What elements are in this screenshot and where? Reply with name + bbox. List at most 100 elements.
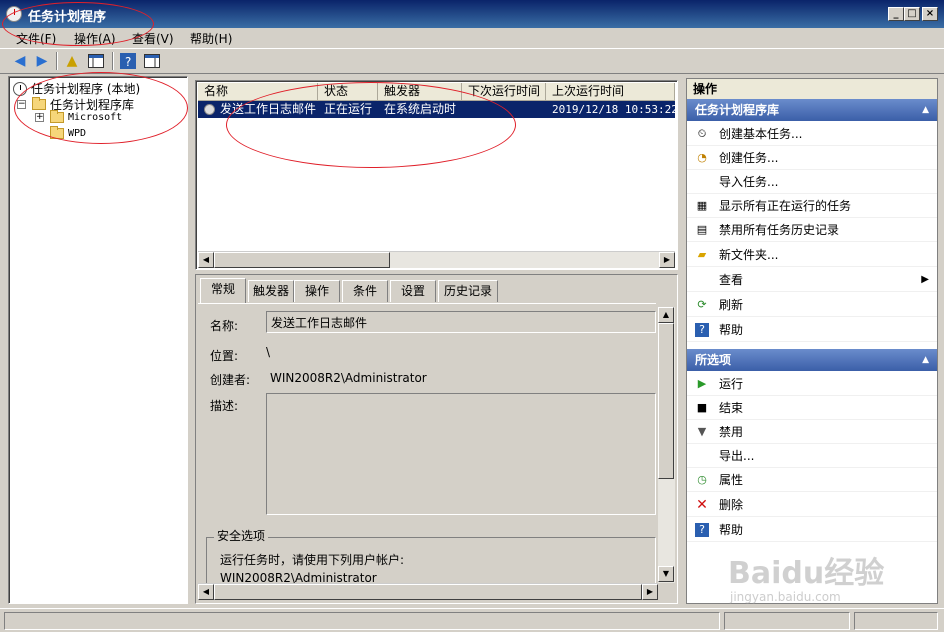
action-properties[interactable]: ◷ 属性: [687, 468, 937, 492]
expand-icon[interactable]: +: [35, 113, 44, 122]
action-export[interactable]: 导出...: [687, 444, 937, 468]
collapse-caret-icon[interactable]: ▲: [922, 99, 929, 121]
action-disable-history[interactable]: ▤ 禁用所有任务历史记录: [687, 218, 937, 242]
security-options-title: 安全选项: [214, 527, 269, 544]
column-header-status[interactable]: 状态: [318, 83, 378, 101]
task-clock-icon: [204, 104, 215, 115]
column-header-next-run[interactable]: 下次运行时间: [462, 83, 546, 101]
scroll-right-icon[interactable]: ▶: [659, 252, 675, 268]
folder-icon: [50, 126, 64, 139]
history-icon: ▤: [696, 223, 708, 236]
location-label: 位置:: [210, 349, 239, 363]
delete-icon: ✕: [696, 497, 708, 513]
svg-text:?: ?: [125, 55, 131, 69]
task-trigger: 在系统启动时: [384, 102, 457, 116]
properties-icon: ◷: [697, 473, 707, 486]
up-folder-icon[interactable]: ▲: [62, 52, 82, 70]
action-delete[interactable]: ✕ 删除: [687, 493, 937, 517]
tree-item-wpd[interactable]: WPD: [50, 126, 86, 139]
title-bar: 任务计划程序 _ □ ×: [0, 0, 944, 28]
menu-view[interactable]: 查看(V): [132, 30, 174, 47]
menu-help[interactable]: 帮助(H): [190, 30, 232, 47]
name-field[interactable]: 发送工作日志邮件: [266, 311, 656, 333]
action-import-task[interactable]: 导入任务...: [687, 170, 937, 194]
action-disable[interactable]: ▼ 禁用: [687, 420, 937, 444]
toolbar-separator: [56, 52, 58, 70]
tab-settings[interactable]: 设置: [390, 280, 436, 302]
window-title: 任务计划程序: [28, 10, 107, 25]
actions-pane: 操作 任务计划程序库 ▲ ⏲ 创建基本任务... ◔ 创建任务... 导入任务.…: [686, 78, 938, 604]
tab-conditions[interactable]: 条件: [342, 280, 388, 302]
baidu-watermark-url: jingyan.baidu.com: [730, 590, 841, 604]
tab-divider: [198, 303, 656, 304]
scroll-thumb[interactable]: [214, 252, 390, 268]
stop-icon: ■: [696, 401, 708, 414]
action-help-selected[interactable]: ? 帮助: [687, 518, 937, 542]
tree-item-library[interactable]: − 任务计划程序库: [17, 96, 134, 113]
status-cell-2: [724, 612, 850, 630]
create-task-icon: ◔: [697, 151, 707, 164]
action-create-basic-task[interactable]: ⏲ 创建基本任务...: [687, 122, 937, 146]
maximize-button[interactable]: □: [904, 7, 920, 21]
action-run[interactable]: ▶ 运行: [687, 372, 937, 396]
task-list: 名称 状态 触发器 下次运行时间 上次运行时间 发送工作日志邮件 正在运行 在系…: [195, 80, 678, 270]
toolbar-separator: [112, 52, 114, 70]
action-new-folder[interactable]: ▰ 新文件夹...: [687, 243, 937, 267]
collapse-icon[interactable]: −: [17, 100, 26, 109]
tree-item-microsoft[interactable]: + Microsoft: [35, 110, 122, 123]
column-header-last-run[interactable]: 上次运行时间: [546, 83, 675, 101]
scroll-down-icon[interactable]: ▼: [658, 566, 674, 582]
column-header-name[interactable]: 名称: [198, 83, 318, 101]
submenu-arrow-icon: ▶: [921, 274, 929, 285]
create-basic-task-icon: ⏲: [697, 127, 707, 140]
detail-horizontal-scrollbar[interactable]: ◀ ▶: [198, 583, 658, 600]
security-account-clip: WIN2008R2\Administrator: [216, 571, 656, 583]
action-create-task[interactable]: ◔ 创建任务...: [687, 146, 937, 170]
scroll-thumb[interactable]: [214, 584, 642, 600]
baidu-watermark: Baidu经验: [728, 556, 885, 591]
action-view[interactable]: 查看 ▶: [687, 268, 937, 292]
actions-section-library[interactable]: 任务计划程序库 ▲: [687, 99, 937, 121]
running-tasks-icon: ▦: [696, 199, 708, 212]
scroll-left-icon[interactable]: ◀: [198, 584, 214, 600]
show-hide-tree-icon[interactable]: [86, 52, 106, 70]
status-bar: [0, 608, 944, 632]
action-refresh[interactable]: ⟳ 刷新: [687, 293, 937, 317]
tab-actions[interactable]: 操作: [294, 280, 340, 302]
location-value: \: [266, 345, 271, 359]
table-row[interactable]: 发送工作日志邮件 正在运行 在系统启动时 2019/12/18 10:53:22: [198, 101, 678, 118]
scroll-thumb[interactable]: [658, 323, 674, 479]
tab-general[interactable]: 常规: [200, 278, 246, 303]
description-field[interactable]: [266, 393, 656, 515]
minimize-button[interactable]: _: [888, 7, 904, 21]
show-hide-action-pane-icon[interactable]: [142, 52, 162, 70]
tab-triggers[interactable]: 触发器: [248, 280, 294, 302]
collapse-caret-icon[interactable]: ▲: [922, 349, 929, 371]
tasklist-horizontal-scrollbar[interactable]: ◀ ▶: [198, 251, 675, 268]
clock-icon: [13, 81, 27, 96]
column-header-trigger[interactable]: 触发器: [378, 83, 462, 101]
forward-arrow-icon[interactable]: ▶: [32, 52, 52, 70]
new-folder-icon: ▰: [697, 248, 707, 261]
action-show-running-tasks[interactable]: ▦ 显示所有正在运行的任务: [687, 194, 937, 218]
menu-action[interactable]: 操作(A): [74, 30, 116, 47]
menu-file[interactable]: 文件(F): [16, 30, 56, 47]
security-account: WIN2008R2\Administrator: [220, 571, 377, 583]
help-icon[interactable]: ?: [118, 52, 138, 70]
tree-root[interactable]: 任务计划程序 (本地): [13, 80, 140, 97]
menu-bar: 文件(F) 操作(A) 查看(V) 帮助(H): [0, 28, 944, 48]
back-arrow-icon[interactable]: ◀: [10, 52, 30, 70]
action-end[interactable]: ■ 结束: [687, 396, 937, 420]
task-detail-panel: 常规 触发器 操作 条件 设置 历史记录 名称: 发送工作日志邮件 位置: \ …: [195, 274, 678, 604]
action-help[interactable]: ? 帮助: [687, 318, 937, 342]
detail-vertical-scrollbar[interactable]: ▲ ▼: [658, 307, 675, 583]
tab-history[interactable]: 历史记录: [438, 280, 498, 302]
help-icon: ?: [695, 323, 709, 337]
scroll-right-icon[interactable]: ▶: [642, 584, 658, 600]
close-button[interactable]: ×: [922, 7, 938, 21]
actions-section-selected[interactable]: 所选项 ▲: [687, 349, 937, 371]
scroll-up-icon[interactable]: ▲: [658, 307, 674, 323]
scroll-left-icon[interactable]: ◀: [198, 252, 214, 268]
toolbar: ◀ ▶ ▲ ?: [0, 48, 944, 74]
author-label: 创建者:: [210, 373, 251, 387]
